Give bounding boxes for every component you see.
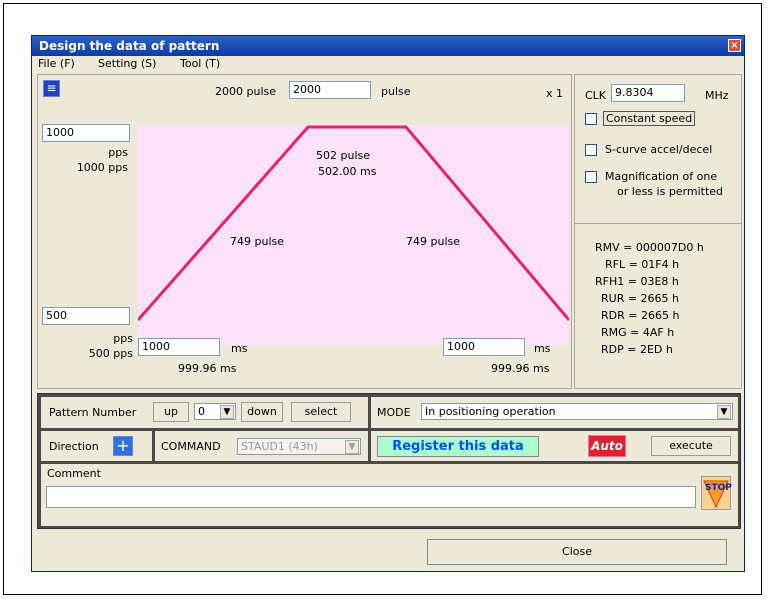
accel-time-readout: 999.96 ms [178,362,237,375]
magnification-label-1[interactable]: Magnification of one [605,170,717,183]
accel-pulse-label: 749 pulse [230,235,285,248]
total-pulse-unit: pulse [381,85,411,98]
register-rur: RUR = 2665 h [601,292,680,305]
menu-tool[interactable]: Tool (T) [180,57,220,70]
direction-group: Direction + [41,431,152,461]
settings-panel: CLK 9.8304 MHz Constant speed S-curve ac… [574,74,742,389]
select-button[interactable]: select [291,402,351,422]
flat-pulse-label: 502 pulse [316,149,371,162]
constant-speed-checkbox[interactable] [585,113,597,125]
stop-icon[interactable]: STOP [701,476,732,510]
decel-pulse-label: 749 pulse [406,235,461,248]
register-rdr: RDR = 2665 h [601,309,680,322]
execute-button[interactable]: execute [651,436,731,456]
close-button[interactable]: Close [427,539,727,565]
scale-label: x 1 [546,87,564,100]
close-icon[interactable]: × [728,39,741,52]
total-pulse-label: 2000 pulse [215,85,276,98]
up-button[interactable]: up [153,402,189,422]
magnification-label-2: or less is permitted [617,185,724,198]
accel-time-unit: ms [231,342,248,355]
chevron-down-icon[interactable]: ▼ [345,440,359,454]
clk-label: CLK [585,89,607,102]
stop-triangle [703,480,729,509]
pattern-number-label: Pattern Number [49,406,137,419]
max-speed-unit: pps [108,146,128,159]
register-rdp: RDP = 2ED h [601,343,673,356]
menu-setting[interactable]: Setting (S) [98,57,156,70]
decel-time-input[interactable]: 1000 [443,338,525,356]
magnification-checkbox[interactable] [585,171,597,183]
direction-plus-icon[interactable]: + [113,436,133,456]
command-label: COMMAND [161,440,221,453]
decel-time-readout: 999.96 ms [491,362,550,375]
clk-unit: MHz [705,89,729,102]
pattern-number-group: Pattern Number up 0 ▼ down select [41,397,368,428]
mode-label: MODE [377,406,411,419]
control-panel: Pattern Number up 0 ▼ down select MODE I… [37,393,741,529]
mode-group: MODE In positioning operation ▼ [371,397,738,428]
menu-bar: File (F) Setting (S) Tool (T) [32,56,744,73]
start-speed-input[interactable]: 500 [42,307,130,325]
settings-divider [575,223,741,224]
command-group: COMMAND STAUD1 (43h) ▼ [155,431,368,461]
register-button[interactable]: Register this data [377,436,539,457]
comment-label: Comment [47,467,101,480]
total-pulse-input[interactable]: 2000 [289,81,371,99]
start-speed-readout: 500 pps [88,347,133,360]
action-group: Register this data Auto execute [371,431,738,461]
stop-label: STOP [705,483,732,493]
clk-input[interactable]: 9.8304 [611,84,685,102]
constant-speed-label[interactable]: Constant speed [603,111,696,126]
command-select[interactable]: STAUD1 (43h) ▼ [237,438,361,455]
pattern-number-select[interactable]: 0 ▼ [194,403,236,420]
mode-value: In positioning operation [425,405,556,418]
main-window: Design the data of pattern × File (F) Se… [31,35,745,572]
mode-select[interactable]: In positioning operation ▼ [421,403,733,420]
register-rmv: RMV = 000007D0 h [595,241,704,254]
speed-pattern-icon[interactable]: ≡ [43,80,60,97]
title-bar: Design the data of pattern × [32,36,744,56]
flat-time-label: 502.00 ms [318,165,377,178]
decel-time-unit: ms [534,342,551,355]
direction-label: Direction [49,440,99,453]
comment-input[interactable] [46,486,696,508]
auto-icon[interactable]: Auto [588,435,626,457]
footer: Close [37,533,741,569]
speed-graph: 502 pulse 502.00 ms 749 pulse 749 pulse [138,125,569,345]
register-rfh1: RFH1 = 03E8 h [595,275,679,288]
chevron-down-icon[interactable]: ▼ [717,405,731,419]
register-rmg: RMG = 4AF h [601,326,675,339]
start-speed-unit: pps [113,332,133,345]
s-curve-label[interactable]: S-curve accel/decel [605,143,712,156]
max-speed-readout: 1000 pps [76,161,128,174]
comment-group: Comment STOP [41,464,738,526]
graph-panel: ≡ 2000 pulse 2000 pulse x 1 1000 pps 100… [37,74,572,389]
command-value: STAUD1 (43h) [241,440,318,453]
menu-file[interactable]: File (F) [38,57,75,70]
pattern-number-value: 0 [198,405,205,418]
chevron-down-icon[interactable]: ▼ [220,405,234,419]
max-speed-input[interactable]: 1000 [42,124,130,142]
window-title: Design the data of pattern [39,39,220,53]
down-button[interactable]: down [241,402,283,422]
register-rfl: RFL = 01F4 h [605,258,680,271]
s-curve-checkbox[interactable] [585,144,597,156]
accel-time-input[interactable]: 1000 [138,338,220,356]
